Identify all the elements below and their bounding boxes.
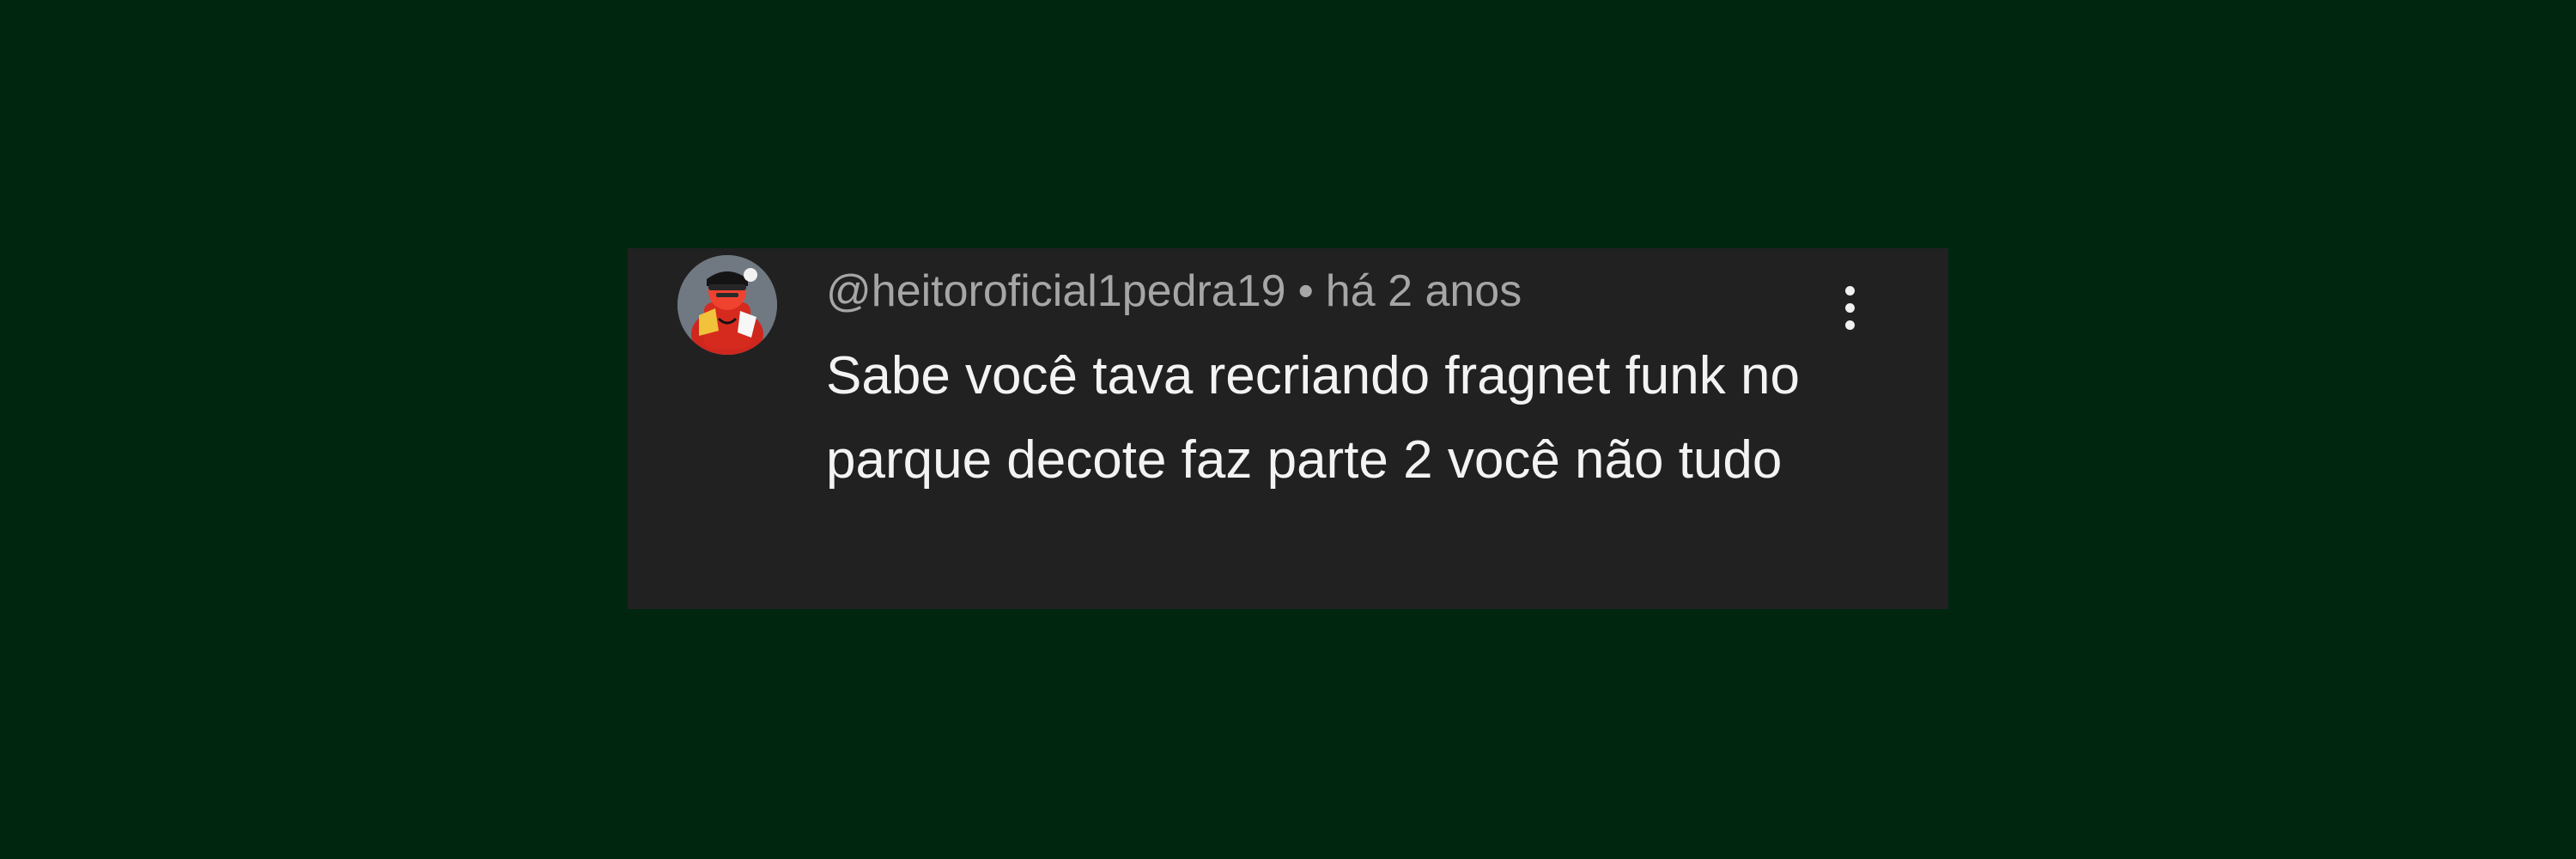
avatar-image [677, 255, 777, 355]
comment-card: @heitoroficial1pedra19 • há 2 anos Sabe vo… [628, 248, 1948, 609]
meta-separator: • [1297, 266, 1314, 316]
comment-menu-button[interactable] [1820, 272, 1880, 343]
more-vertical-icon [1844, 285, 1855, 295]
comment-author[interactable]: @heitoroficial1pedra19 [826, 266, 1286, 316]
comment-meta: @heitoroficial1pedra19 • há 2 anos [826, 264, 1522, 319]
more-vertical-icon [1844, 302, 1855, 313]
more-vertical-icon [1844, 320, 1855, 330]
comment-timestamp[interactable]: há 2 anos [1326, 266, 1522, 316]
user-avatar[interactable] [677, 255, 777, 355]
comment-text: Sabe você tava recriando fragnet funk no… [826, 346, 1800, 490]
